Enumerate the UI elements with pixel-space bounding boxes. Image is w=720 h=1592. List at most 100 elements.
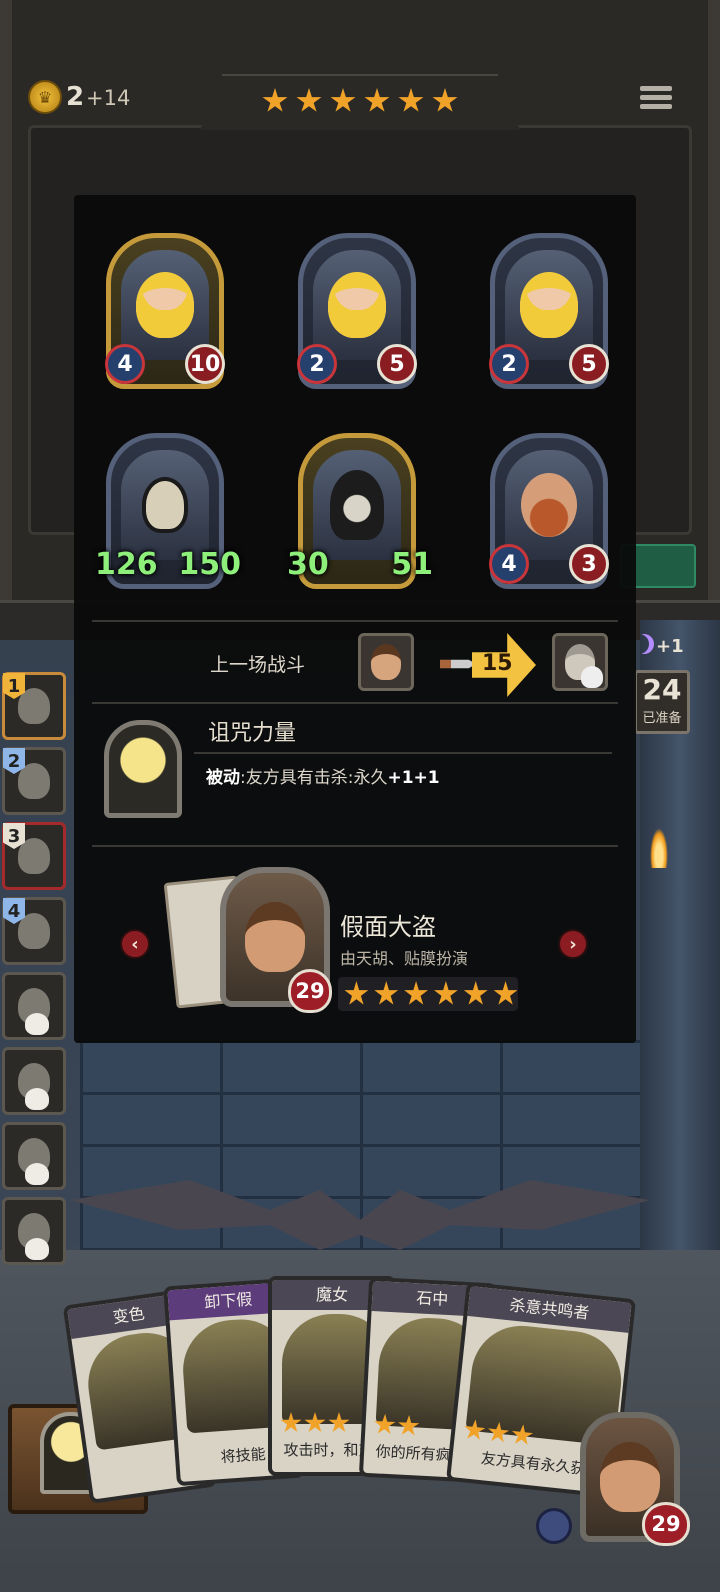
minion-face: [521, 473, 577, 537]
minion-face: [142, 477, 188, 533]
skull-icon: [25, 1088, 49, 1110]
divider: [194, 752, 612, 754]
roster-slot[interactable]: 4: [2, 897, 66, 965]
minion-portrait: [313, 250, 401, 360]
star-icon: [510, 1423, 534, 1447]
card-stars: [373, 1413, 420, 1437]
attack-stat: 30: [287, 546, 329, 582]
attack-stat: 4: [105, 344, 145, 384]
minion-face: [330, 470, 384, 540]
minion-card[interactable]: 126 150: [95, 433, 241, 589]
coin-count: 2: [66, 82, 85, 112]
opponent-info-popup[interactable]: 4 10 2 5 2 5 126 150 30 51 4 3 上一场战斗 15 诅咒力量 被动:友方具…: [74, 195, 636, 1043]
star-icon: [344, 981, 369, 1005]
tier-stars-tab: [200, 74, 520, 130]
star-icon: [262, 88, 288, 112]
health-stat: 5: [377, 344, 417, 384]
prev-hero-button[interactable]: ‹: [120, 929, 150, 959]
hero-health: 29: [288, 969, 332, 1013]
minion-card[interactable]: 4 10: [105, 233, 225, 389]
minion-portrait: [313, 450, 401, 560]
next-hero-button[interactable]: ›: [558, 929, 588, 959]
star-icon: [493, 981, 518, 1005]
bat-ornament: [70, 1180, 650, 1250]
star-icon: [397, 1414, 420, 1437]
ready-count: 24: [642, 673, 682, 706]
attack-stat: 2: [489, 344, 529, 384]
star-icon: [432, 88, 458, 112]
skull-icon: [581, 666, 603, 688]
star-icon: [463, 981, 488, 1005]
minion-portrait: [505, 450, 593, 560]
star-icon: [280, 1412, 302, 1433]
health-stat: 51: [391, 546, 433, 582]
star-icon: [404, 981, 428, 1005]
star-icon: [486, 1421, 510, 1445]
roster-slot[interactable]: [2, 1197, 66, 1265]
star-icon: [364, 88, 390, 112]
health-stat: 5: [569, 344, 609, 384]
minion-portrait: [121, 450, 209, 560]
hero-voice-credit: 由天胡、贴膜扮演: [340, 949, 469, 968]
divider: [92, 845, 618, 847]
desc-body: :友方具有击杀:永久: [240, 768, 388, 788]
divider: [92, 702, 618, 704]
defender-portrait: [552, 633, 608, 691]
torch-icon: [650, 828, 668, 868]
divider: [92, 620, 618, 622]
minion-portrait: [121, 250, 209, 360]
game-screen: ♛ 2 +14 1234 +1 24 已准备 4 10 2 5 2 5 126 150 30 51…: [0, 0, 720, 1592]
bonus-count: +1: [656, 636, 684, 657]
moon-icon: [634, 634, 654, 654]
sword-icon: [440, 659, 476, 669]
star-icon: [433, 981, 458, 1005]
minion-card[interactable]: 30 51: [287, 433, 433, 589]
trinket-title: 诅咒力量: [208, 721, 297, 746]
minion-face: [520, 272, 578, 338]
minion-card[interactable]: 25: [297, 233, 417, 389]
menu-button[interactable]: [640, 82, 676, 118]
health-stat: 3: [569, 544, 609, 584]
tier-stars: [200, 88, 520, 114]
minion-portrait: [505, 250, 593, 360]
ready-counter: 24 已准备: [634, 670, 690, 734]
coin-income: +14: [86, 86, 131, 110]
star-icon: [304, 1412, 326, 1433]
trinket-description: 被动:友方具有击杀:永久+1+1: [206, 763, 440, 788]
minion-card[interactable]: 43: [489, 433, 609, 589]
star-icon: [374, 981, 399, 1005]
player-health: 29: [642, 1502, 690, 1546]
roster-slot[interactable]: [2, 1122, 66, 1190]
attack-stat: 126: [95, 546, 158, 582]
shield-icon[interactable]: [536, 1508, 572, 1544]
star-icon: [373, 1413, 396, 1436]
minion-face: [136, 272, 194, 338]
last-battle-label: 上一场战斗: [210, 654, 306, 676]
desc-prefix: 被动: [206, 768, 240, 788]
damage-value: 15: [482, 651, 513, 676]
skull-icon: [25, 1013, 49, 1035]
roster-slot[interactable]: 2: [2, 747, 66, 815]
attacker-portrait: [358, 633, 414, 691]
star-icon: [462, 1418, 486, 1442]
health-stat: 10: [185, 344, 225, 384]
roster-slot[interactable]: 3: [2, 822, 66, 890]
roster-slot[interactable]: 1: [2, 672, 66, 740]
roster-slot[interactable]: [2, 1047, 66, 1115]
skull-icon: [25, 1238, 49, 1260]
ready-label: 已准备: [642, 711, 682, 726]
roster-slot[interactable]: [2, 972, 66, 1040]
attack-stat: 4: [489, 544, 529, 584]
health-stat: 150: [178, 546, 241, 582]
star-icon: [296, 88, 322, 112]
hero-stars: [338, 977, 518, 1011]
card-stars: [280, 1412, 350, 1434]
skull-icon: [25, 1163, 49, 1185]
minion-card[interactable]: 25: [489, 233, 609, 389]
star-icon: [328, 1412, 350, 1433]
gold-coin-icon: ♛: [28, 80, 62, 114]
star-icon: [398, 88, 424, 112]
desc-bonus: +1+1: [387, 768, 440, 788]
attack-stat: 2: [297, 344, 337, 384]
star-icon: [330, 88, 356, 112]
